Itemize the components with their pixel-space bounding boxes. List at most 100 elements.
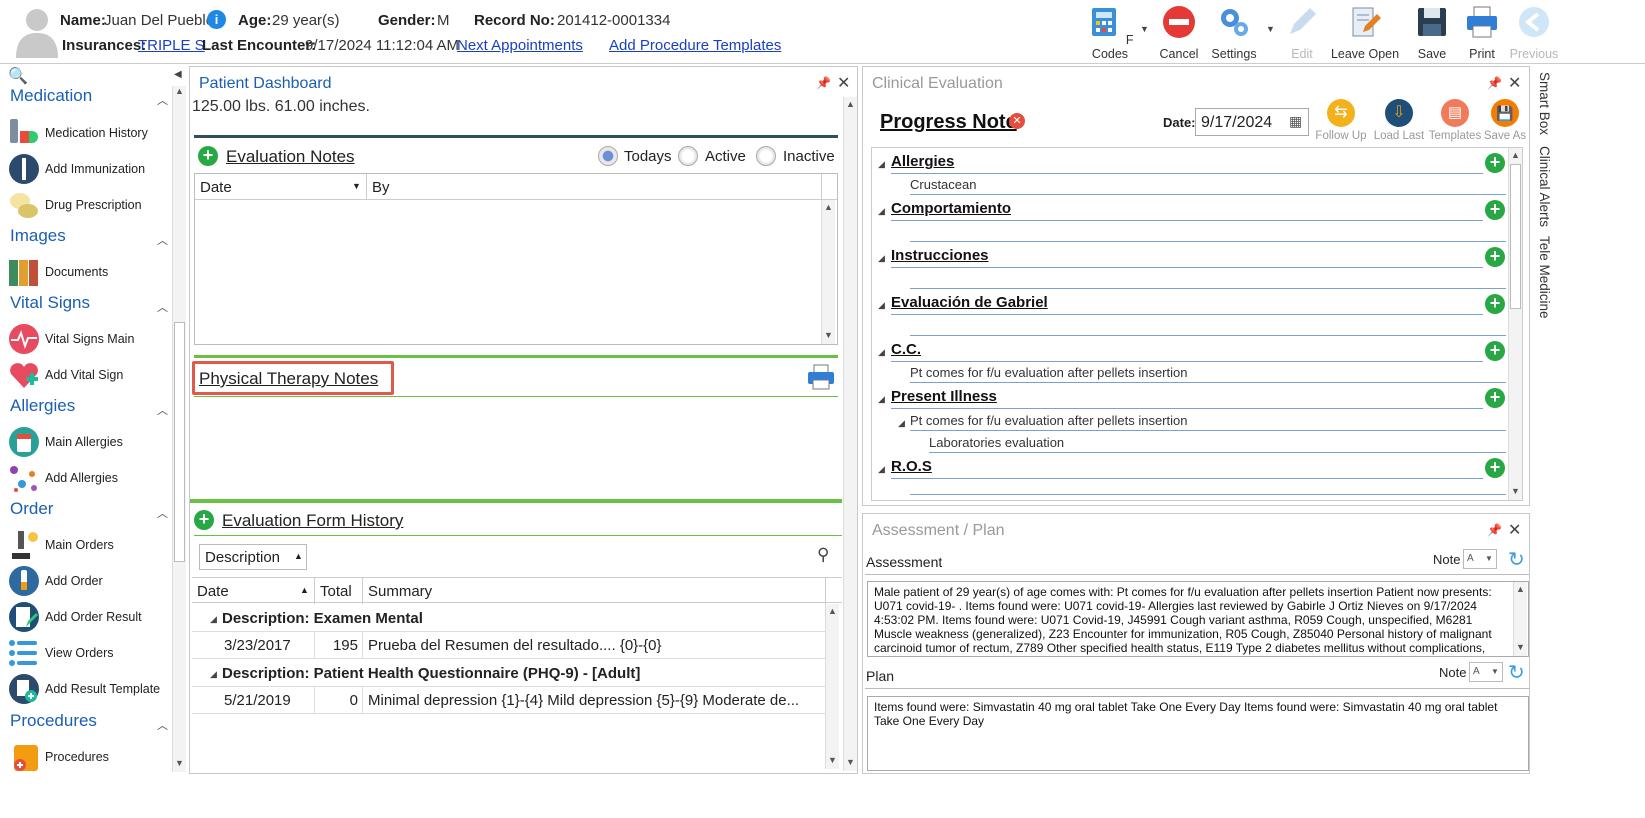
chevron-up-icon[interactable]: ︿ [157, 505, 168, 521]
section-medication[interactable]: Medication [10, 86, 92, 106]
tree-scrollbar[interactable]: ▲ ▼ [1508, 148, 1522, 500]
save-button[interactable]: Save [1412, 4, 1452, 61]
col-total[interactable]: Total [320, 583, 352, 600]
edit-button[interactable]: Edit [1282, 4, 1322, 61]
search-icon[interactable]: 🔍 [8, 66, 28, 86]
sidebar-item-documents[interactable]: Documents [8, 256, 178, 288]
expand-icon[interactable]: ◢ [878, 464, 885, 475]
refresh-icon[interactable]: ↻ [1508, 660, 1525, 685]
col-date[interactable]: Date [200, 179, 232, 196]
load-last-button[interactable]: ⇩ Load Last [1371, 99, 1427, 145]
dashboard-scrollbar[interactable]: ▲ ▼ [843, 97, 857, 771]
templates-button[interactable]: ▤ Templates [1427, 99, 1483, 145]
assessment-scrollbar[interactable]: ▲ ▼ [1513, 582, 1527, 656]
sidebar-item-main-orders[interactable]: Main Orders [8, 529, 178, 561]
date-field[interactable]: 9/17/2024 ▦ [1195, 108, 1309, 136]
grid-scrollbar[interactable]: ▲ ▼ [821, 200, 835, 344]
sidebar-item-procedures[interactable]: Procedures [8, 741, 178, 773]
sort-ascending-icon[interactable]: ▲ [294, 551, 303, 561]
sidebar-item-add-vital-sign[interactable]: Add Vital Sign [8, 359, 178, 391]
cancel-button[interactable]: Cancel [1156, 4, 1202, 61]
tab-tele-medicine[interactable]: Tele Medicine [1537, 236, 1552, 319]
add-item-button[interactable]: + [1485, 294, 1505, 314]
fcodes-button[interactable]: F Codes [1082, 4, 1138, 61]
expand-icon[interactable]: ◢ [898, 418, 905, 429]
chevron-up-icon[interactable]: ︿ [157, 299, 168, 315]
group-row[interactable]: ◢ Description: Patient Health Questionna… [192, 659, 825, 687]
info-icon[interactable]: i [207, 10, 226, 29]
expand-icon[interactable]: ◢ [878, 347, 885, 358]
add-evaluation-form-button[interactable]: + [194, 510, 214, 530]
chevron-up-icon[interactable]: ︿ [157, 232, 168, 248]
section-heading[interactable]: C.C. [891, 341, 921, 358]
group-by-chip[interactable]: Description ▲ [199, 544, 307, 570]
chevron-up-icon[interactable]: ︿ [157, 92, 168, 108]
sidebar-item-medication-history[interactable]: Medication History [8, 117, 178, 149]
table-row[interactable]: 3/23/2017 195 Prueba del Resumen del res… [192, 632, 825, 659]
print-icon[interactable] [806, 363, 836, 391]
sidebar-item-add-allergies[interactable]: Add Allergies [8, 462, 178, 494]
expand-icon[interactable]: ◢ [878, 394, 885, 405]
sidebar-item-add-order[interactable]: Add Order [8, 565, 178, 597]
remove-note-icon[interactable]: ✕ [1009, 113, 1025, 129]
search-icon[interactable]: ⚲ [817, 545, 829, 565]
sidebar-item-add-result-template[interactable]: Add Result Template [8, 673, 178, 705]
sidebar-item-drug-prescription[interactable]: Drug Prescription [8, 189, 178, 221]
expand-icon[interactable]: ◢ [878, 300, 885, 311]
expand-icon[interactable]: ◢ [210, 669, 217, 680]
follow-up-button[interactable]: ⇆ Follow Up [1313, 99, 1369, 145]
todays-radio[interactable] [598, 146, 618, 166]
sidebar-item-add-immunization[interactable]: Add Immunization [8, 153, 178, 185]
section-vital-signs[interactable]: Vital Signs [10, 293, 90, 313]
sidebar-item-view-orders[interactable]: View Orders [8, 637, 178, 669]
physical-therapy-notes-title[interactable]: Physical Therapy Notes [199, 369, 378, 389]
sidebar-item-vital-signs-main[interactable]: Vital Signs Main [8, 323, 178, 355]
assessment-textarea[interactable]: Male patient of 29 year(s) of age comes … [867, 581, 1529, 657]
chevron-up-icon[interactable]: ︿ [157, 717, 168, 733]
add-item-button[interactable]: + [1485, 153, 1505, 173]
collapse-sidebar-icon[interactable]: ◀ [174, 69, 182, 80]
section-order[interactable]: Order [10, 499, 53, 519]
close-icon[interactable]: ✕ [1508, 520, 1521, 540]
section-allergies[interactable]: Allergies [10, 396, 75, 416]
evaluation-form-history-title[interactable]: Evaluation Form History [222, 511, 403, 531]
inactive-radio[interactable] [756, 146, 776, 166]
settings-dropdown-icon[interactable]: ▼ [1266, 24, 1275, 34]
chevron-up-icon[interactable]: ︿ [157, 402, 168, 418]
calendar-icon[interactable]: ▦ [1289, 113, 1302, 130]
section-heading[interactable]: Present Illness [891, 388, 997, 405]
pin-icon[interactable]: 📌 [1487, 76, 1502, 90]
active-radio[interactable] [678, 146, 698, 166]
section-heading[interactable]: Comportamiento [891, 200, 1011, 217]
settings-button[interactable]: Settings [1208, 4, 1260, 61]
group-row[interactable]: ◢ Description: Examen Mental [192, 604, 825, 632]
col-by[interactable]: By [372, 179, 390, 196]
section-heading[interactable]: Evaluación de Gabriel [891, 294, 1048, 311]
fcodes-dropdown-icon[interactable]: ▼ [1140, 24, 1149, 34]
print-button[interactable]: Print [1462, 4, 1502, 61]
section-heading[interactable]: Allergies [891, 153, 954, 170]
section-heading[interactable]: Instrucciones [891, 247, 989, 264]
note-format-dropdown[interactable]: A ▼ [1463, 549, 1497, 569]
expand-icon[interactable]: ◢ [878, 206, 885, 217]
next-appointments-link[interactable]: Next Appointments [457, 37, 583, 54]
evaluation-notes-title[interactable]: Evaluation Notes [226, 147, 355, 167]
plan-textarea[interactable]: Items found were: Simvastatin 40 mg oral… [867, 696, 1529, 771]
note-format-dropdown[interactable]: A ▼ [1469, 662, 1503, 682]
col-date[interactable]: Date [197, 583, 229, 600]
add-item-button[interactable]: + [1485, 341, 1505, 361]
table-row[interactable]: 5/21/2019 0 Minimal depression {1}-{4} M… [192, 687, 825, 714]
tab-clinical-alerts[interactable]: Clinical Alerts [1537, 146, 1552, 227]
sort-dropdown-icon[interactable]: ▼ [352, 181, 361, 191]
save-as-button[interactable]: 💾 Save As [1481, 99, 1529, 145]
expand-icon[interactable]: ◢ [878, 253, 885, 264]
add-item-button[interactable]: + [1485, 458, 1505, 478]
add-evaluation-note-button[interactable]: + [198, 146, 218, 166]
expand-icon[interactable]: ◢ [210, 614, 217, 625]
section-heading[interactable]: R.O.S [891, 458, 932, 475]
sidebar-item-add-order-result[interactable]: Add Order Result [8, 601, 178, 633]
pin-icon[interactable]: 📌 [1487, 523, 1502, 537]
add-item-button[interactable]: + [1485, 388, 1505, 408]
refresh-icon[interactable]: ↻ [1508, 547, 1525, 572]
insurance-link[interactable]: TRIPLE S [138, 37, 205, 54]
